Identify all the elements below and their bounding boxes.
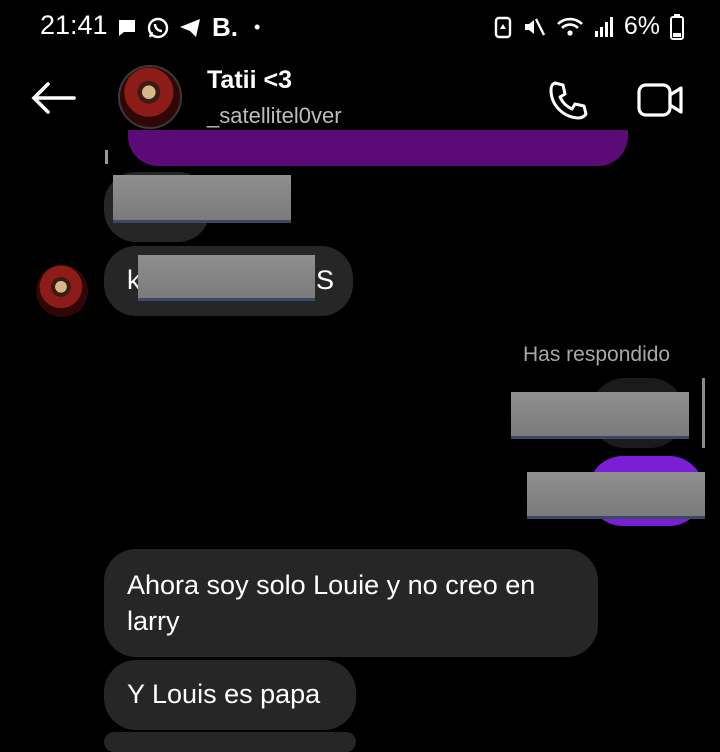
sender-avatar[interactable]	[36, 265, 88, 317]
message-text: Y Louis es papa	[127, 679, 321, 709]
redaction-box	[113, 175, 291, 220]
phone-icon	[549, 81, 588, 120]
video-call-button[interactable]	[636, 80, 684, 125]
mute-icon	[524, 17, 545, 36]
redaction-box	[511, 392, 689, 436]
message-text-end: S	[316, 265, 335, 295]
telegram-icon	[180, 18, 200, 37]
wifi-icon	[556, 17, 583, 36]
whatsapp-icon	[147, 17, 169, 38]
redaction-box	[527, 472, 705, 516]
battery-level: 6%	[623, 12, 660, 40]
app-b-icon: B.	[212, 12, 238, 42]
redaction-box	[138, 255, 315, 298]
replied-label: Has respondido	[523, 343, 671, 366]
outgoing-bubble-partial[interactable]	[128, 130, 628, 166]
contact-avatar[interactable]	[118, 65, 182, 129]
contact-name[interactable]: Tatii <3	[207, 66, 292, 95]
status-right-icons: 6%	[494, 12, 684, 41]
status-left-icons: B. •	[116, 12, 260, 43]
call-button[interactable]	[546, 78, 590, 127]
battery-saver-icon	[494, 16, 512, 38]
video-icon	[637, 83, 683, 117]
contact-handle[interactable]: _satellitel0ver	[207, 103, 342, 129]
arrow-left-icon	[31, 82, 76, 114]
status-time: 21:41	[40, 10, 108, 40]
reply-indicator-line	[105, 150, 108, 164]
notification-dot: •	[254, 17, 261, 37]
message-text: Ahora soy solo Louie y no creo en larry	[127, 570, 536, 636]
battery-icon	[670, 13, 684, 40]
incoming-bubble-partial[interactable]	[104, 732, 356, 752]
message-icon	[119, 19, 135, 36]
back-button[interactable]	[30, 80, 76, 121]
reply-indicator-line	[702, 378, 705, 448]
signal-icon	[594, 16, 613, 37]
